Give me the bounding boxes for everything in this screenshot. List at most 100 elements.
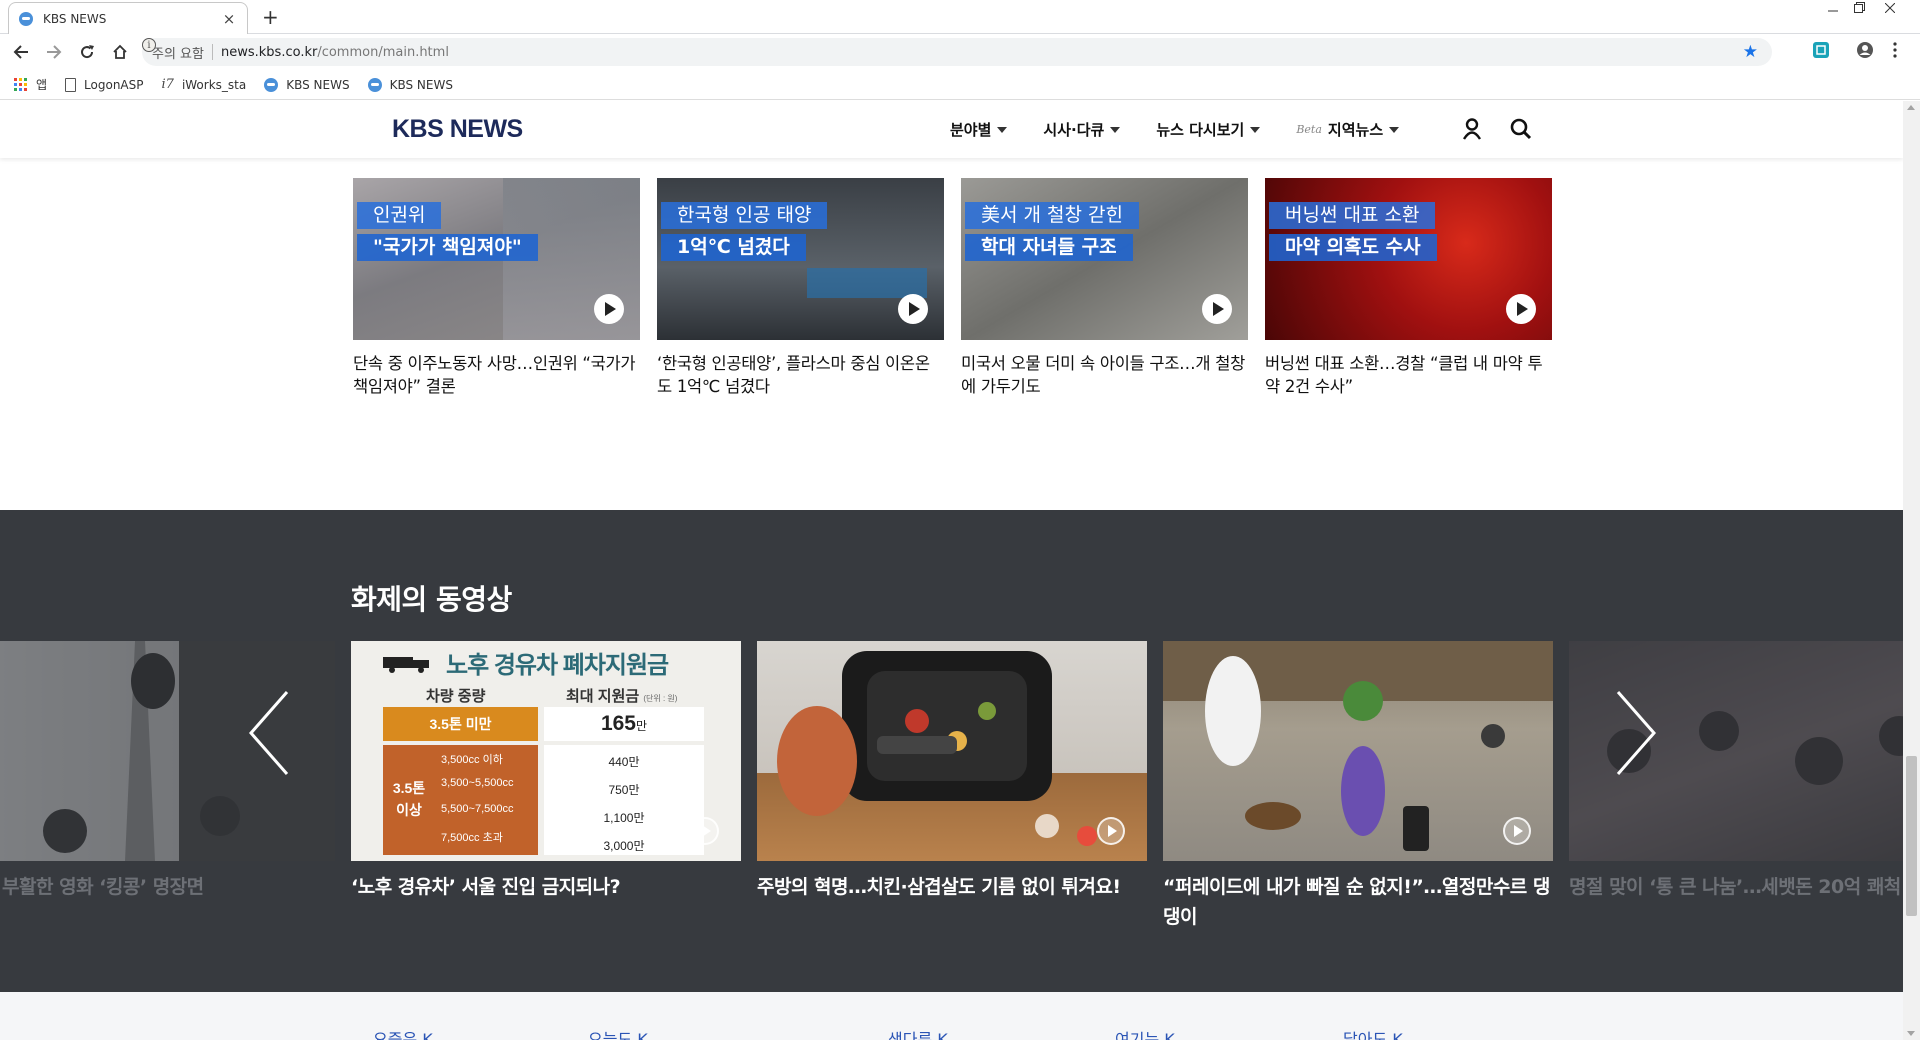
- thumbnail-caption: 인권위: [357, 202, 442, 229]
- kbs-news-logo[interactable]: KBS NEWS: [392, 115, 523, 144]
- play-icon[interactable]: [1097, 817, 1125, 845]
- news-thumbnail[interactable]: 버닝썬 대표 소환 마약 의혹도 수사: [1265, 178, 1552, 340]
- thumbnail-caption: 美서 개 철창 갇힌: [965, 202, 1139, 229]
- infographic-values-box: 440만 750만 1,100만 3,000만: [544, 745, 704, 855]
- bookmark-star-icon[interactable]: ★: [1743, 42, 1758, 62]
- page-scrollbar[interactable]: [1903, 101, 1920, 1040]
- carousel-next-arrow-icon[interactable]: [1610, 688, 1660, 778]
- play-icon[interactable]: [1202, 294, 1232, 324]
- security-label: 주의 요함: [152, 46, 204, 62]
- news-title[interactable]: ‘한국형 인공태양’, 플라스마 중심 이온온도 1억℃ 넘겼다: [657, 352, 944, 398]
- infographic-value: 3,000: [603, 839, 634, 853]
- carousel-prev-arrow-icon[interactable]: [245, 688, 295, 778]
- url-path: /common/main.html: [317, 44, 449, 60]
- video-card[interactable]: 주방의 혁명…치킨·삼겹살도 기름 없이 튀겨요!: [757, 641, 1147, 902]
- footer-link[interactable]: 오늘도 K: [588, 1026, 648, 1040]
- new-tab-button[interactable]: +: [262, 5, 279, 29]
- browser-tab[interactable]: KBS NEWS ×: [8, 2, 248, 34]
- play-icon[interactable]: [594, 294, 624, 324]
- video-thumbnail[interactable]: 노후 경유차 폐차지원금 차량 중량 최대 지원금 (단위 : 원) 3.5톤 …: [351, 641, 741, 861]
- video-card[interactable]: “퍼레이드에 내가 빠질 순 없지!”…열정만수르 댕댕이: [1163, 641, 1553, 932]
- separator: [211, 44, 213, 60]
- video-thumbnail[interactable]: [1163, 641, 1553, 861]
- menu-kebab-icon[interactable]: [1892, 41, 1898, 63]
- browser-toolbar: i 주의 요함 news.kbs.co.kr /common/main.html…: [0, 35, 1920, 69]
- scrollbar-thumb[interactable]: [1906, 756, 1917, 916]
- bookmark-iworks[interactable]: i7 iWorks_sta: [162, 77, 247, 92]
- infographic: 노후 경유차 폐차지원금 차량 중량 최대 지원금 (단위 : 원) 3.5톤 …: [351, 641, 741, 861]
- restore-window-icon[interactable]: [1849, 2, 1869, 17]
- nav-menu-current-affairs[interactable]: 시사·다큐: [1043, 119, 1121, 140]
- bookmark-label: LogonASP: [84, 77, 144, 92]
- bookmark-apps[interactable]: 앱: [14, 76, 47, 93]
- bookmark-logonasp[interactable]: LogonASP: [65, 77, 144, 92]
- news-card[interactable]: 버닝썬 대표 소환 마약 의혹도 수사 버닝썬 대표 소환…경찰 “클럽 내 마…: [1265, 178, 1552, 398]
- site-header: KBS NEWS 분야별 시사·다큐 뉴스 다시보기 Beta 지역뉴스: [0, 101, 1903, 158]
- forward-icon[interactable]: [42, 40, 66, 64]
- scroll-up-icon[interactable]: [1907, 105, 1915, 110]
- infographic-label: 이상: [396, 802, 422, 818]
- nav-menu-replay[interactable]: 뉴스 다시보기: [1156, 119, 1261, 140]
- video-card[interactable]: 노후 경유차 폐차지원금 차량 중량 최대 지원금 (단위 : 원) 3.5톤 …: [351, 641, 741, 902]
- play-icon[interactable]: [691, 817, 719, 845]
- video-title[interactable]: 주방의 혁명…치킨·삼겹살도 기름 없이 튀겨요!: [757, 872, 1147, 902]
- browser-tab-bar: KBS NEWS × +: [0, 0, 1920, 34]
- minimize-window-icon[interactable]: [1823, 2, 1843, 17]
- video-title[interactable]: 예술로 부활한 영화 ‘킹콩’ 명장면: [0, 872, 335, 902]
- infographic-cc: 7,500cc 초과: [441, 832, 503, 844]
- infographic-value: 1,100: [603, 811, 634, 825]
- air-fryer-illustration: [777, 651, 1097, 846]
- video-title[interactable]: “퍼레이드에 내가 빠질 순 없지!”…열정만수르 댕댕이: [1163, 872, 1553, 932]
- news-thumbnail[interactable]: 美서 개 철창 갇힌 학대 자녀들 구조: [961, 178, 1248, 340]
- globe-icon: [264, 77, 279, 92]
- bookmark-label: 앱: [36, 78, 48, 92]
- info-icon[interactable]: i: [142, 38, 156, 52]
- thumbnail-caption: 1억℃ 넘겼다: [661, 234, 806, 261]
- infographic-label: 3.5톤: [392, 780, 426, 796]
- user-icon[interactable]: [1462, 118, 1482, 144]
- apps-grid-icon: [14, 77, 28, 92]
- footer-link[interactable]: 달아도 K: [1343, 1026, 1403, 1040]
- news-title[interactable]: 버닝썬 대표 소환…경찰 “클럽 내 마약 투약 2건 수사”: [1265, 352, 1552, 398]
- footer-link[interactable]: 요즘은 K: [373, 1026, 433, 1040]
- file-icon: [65, 77, 77, 92]
- address-bar[interactable]: i 주의 요함 news.kbs.co.kr /common/main.html…: [142, 38, 1772, 66]
- news-thumbnail[interactable]: 한국형 인공 태양 1억℃ 넘겼다: [657, 178, 944, 340]
- profile-icon[interactable]: [1856, 41, 1874, 63]
- news-card-list: 인권위 "국가가 책임져야" 단속 중 이주노동자 사망…인권위 “국가가 책임…: [353, 178, 1553, 408]
- nav-menu-label: 시사·다큐: [1043, 121, 1105, 139]
- search-icon[interactable]: [1510, 118, 1532, 144]
- url-host: news.kbs.co.kr: [220, 44, 318, 60]
- news-title[interactable]: 단속 중 이주노동자 사망…인권위 “국가가 책임져야” 결론: [353, 352, 640, 398]
- video-title[interactable]: ‘노후 경유차’ 서울 진입 금지되나?: [351, 872, 741, 902]
- nav-menu-category[interactable]: 분야별: [950, 119, 1008, 140]
- nav-menu-regional[interactable]: Beta 지역뉴스: [1296, 119, 1400, 140]
- home-icon[interactable]: [108, 40, 132, 64]
- infographic-cc: 5,500~7,500cc: [441, 803, 514, 815]
- nav-menu-label: 지역뉴스: [1327, 121, 1384, 139]
- tab-close-button[interactable]: ×: [221, 10, 237, 28]
- footer-link[interactable]: 색다른 K: [888, 1026, 948, 1040]
- close-window-icon[interactable]: [1880, 2, 1900, 17]
- bookmark-kbs-news-1[interactable]: KBS NEWS: [264, 77, 350, 92]
- news-card[interactable]: 한국형 인공 태양 1억℃ 넘겼다 ‘한국형 인공태양’, 플라스마 중심 이온…: [657, 178, 944, 398]
- play-icon[interactable]: [898, 294, 928, 324]
- bookmark-kbs-news-2[interactable]: KBS NEWS: [367, 77, 453, 92]
- reload-icon[interactable]: [75, 40, 99, 64]
- news-card[interactable]: 인권위 "국가가 책임져야" 단속 중 이주노동자 사망…인권위 “국가가 책임…: [353, 178, 640, 398]
- scroll-down-icon[interactable]: [1907, 1031, 1915, 1036]
- video-title[interactable]: 명절 맞이 ‘통 큰 나눔’…세뱃돈 20억 쾌척: [1569, 872, 1903, 902]
- news-card[interactable]: 美서 개 철창 갇힌 학대 자녀들 구조 미국서 오물 더미 속 아이들 구조……: [961, 178, 1248, 398]
- iworks-icon: i7: [161, 77, 174, 92]
- footer-link[interactable]: 여기는 K: [1115, 1026, 1175, 1040]
- bookmark-label: KBS NEWS: [389, 77, 453, 92]
- video-thumbnail[interactable]: [757, 641, 1147, 861]
- truck-icon: [383, 657, 429, 673]
- caret-down-icon: [1250, 126, 1261, 133]
- news-title[interactable]: 미국서 오물 더미 속 아이들 구조…개 철창에 가두기도: [961, 352, 1248, 398]
- play-icon[interactable]: [1506, 294, 1536, 324]
- extension-icon[interactable]: [1812, 41, 1830, 63]
- play-icon[interactable]: [1503, 817, 1531, 845]
- back-icon[interactable]: [9, 40, 33, 64]
- news-thumbnail[interactable]: 인권위 "국가가 책임져야": [353, 178, 640, 340]
